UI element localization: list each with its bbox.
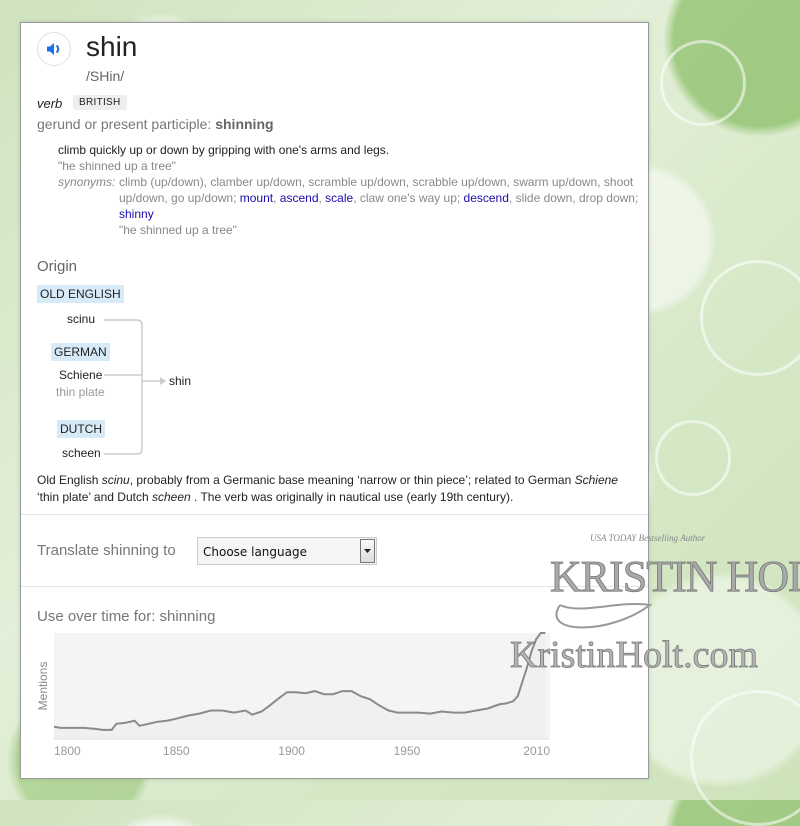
x-tick-label-1900: 1900 bbox=[278, 744, 305, 758]
x-tick-label-1850: 1850 bbox=[163, 744, 190, 758]
usage-chart: Mentions 1800 1850 1900 1950 2010 bbox=[36, 632, 550, 758]
background-swirl bbox=[690, 690, 800, 826]
background-swirl bbox=[700, 260, 800, 376]
dictionary-card: shin /SHin/ verb BRITISH gerund or prese… bbox=[20, 22, 649, 779]
y-axis-label: Mentions bbox=[36, 662, 50, 711]
x-tick-label-1950: 1950 bbox=[394, 744, 421, 758]
x-tick-label-1800: 1800 bbox=[54, 744, 81, 758]
x-tick-label-2010: 2010 bbox=[523, 744, 550, 758]
background-swirl bbox=[655, 420, 731, 496]
background-swirl bbox=[660, 40, 746, 126]
